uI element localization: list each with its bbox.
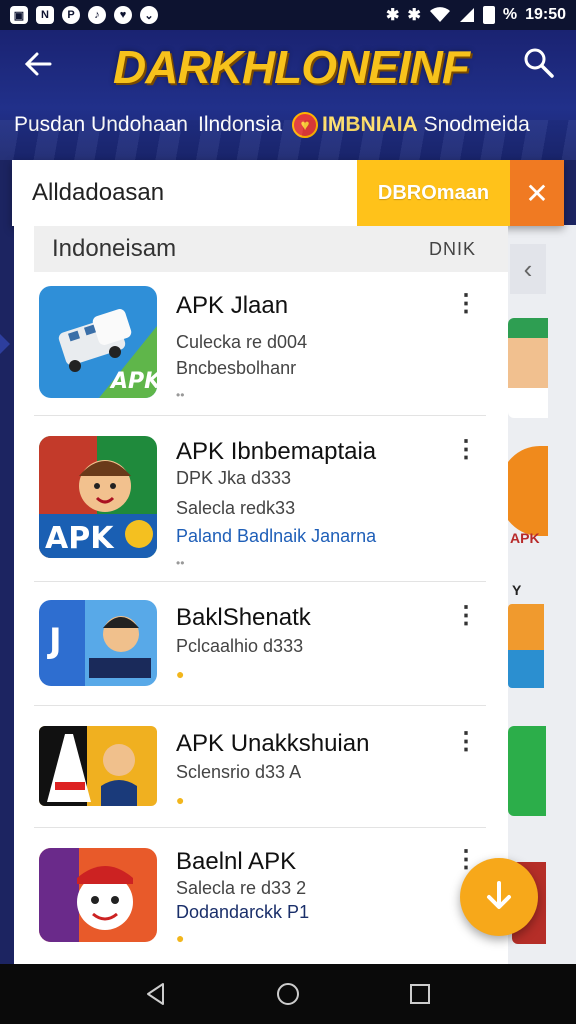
more-vert-icon[interactable]: ⋮ [454,438,478,468]
svg-text:APK: APK [45,521,115,556]
system-nav-bar [0,964,576,1024]
app-icon: APK [39,286,157,398]
list-item[interactable]: Baelnl APK Salecla re d33 2 Dodandarckk … [34,828,486,964]
app-icon [39,848,157,942]
pinterest-icon: P [62,6,80,24]
dots-indicator: •• [176,556,185,570]
triangle-back-icon [147,983,164,1005]
background-app-icon [508,318,548,418]
app-meta: DPK Jka d333 [176,468,292,488]
background-label: Y [512,582,522,598]
status-bar: ▣ N P ♪ ♥ ⌄ ✱ ✱ % 19:50 [0,0,576,30]
search-button[interactable] [522,46,558,82]
app-title: DARKHLONEINF [113,41,470,93]
app-meta: Sclensrio d33 A [176,762,302,782]
background-car-icon [508,604,544,688]
app-title: BaklShenatk [176,604,311,631]
section-header: Indoneisam DNIK [34,226,508,272]
section-title: Indoneisam [52,235,177,262]
app-icon: APK [39,436,157,558]
left-edge-marker [0,334,10,354]
signal-icon [459,8,474,22]
background-apk-label: APK [510,530,540,546]
results-panel: Indoneisam DNIK APK APK Jlaan Culecka re… [14,226,508,964]
nav-back-button[interactable] [136,974,176,1014]
svg-text:APK: APK [109,369,157,394]
section-action[interactable]: DNIK [429,239,476,260]
arrow-left-icon [24,52,52,76]
list-item[interactable]: APK APK Ibnbemaptaia DPK Jka d333 Salecl… [34,416,486,582]
app-developer-link[interactable]: Dodandarckk P1 [176,902,309,923]
circle-home-icon [277,983,299,1005]
close-button[interactable]: ✕ [510,160,564,226]
wifi-icon [429,7,450,22]
list-item[interactable]: J BaklShenatk Pclcaalhio d333 ● ⋮ [34,582,486,706]
subtitle-text: Pusdan Undohaan [14,113,188,136]
back-button[interactable] [22,48,58,84]
app-meta: Salecla redk33 [176,498,296,518]
clock: 19:50 [525,6,566,23]
nav-home-button[interactable] [268,974,308,1014]
app-title: APK Ibnbemaptaia [176,438,377,465]
app-icon: J [39,600,157,686]
dots-indicator: •• [176,388,185,402]
download-arrow-icon [487,881,511,909]
download-button[interactable]: DBROmaan [357,160,510,226]
bluetooth-icon: ✱ [407,7,421,24]
app-icon [39,726,157,806]
battery-icon [482,6,495,24]
brand-badge: ♥ IMBNIAIA Snodmeida [292,112,530,138]
app-meta: Culecka re d004 [176,332,308,352]
bluetooth-icon: ✱ [386,7,400,24]
app-meta: Salecla re d33 2 [176,878,307,898]
heart-icon: ♥ [114,6,132,24]
download-fab[interactable] [460,858,538,936]
subtitle-country: Ilndonsia [197,113,283,136]
header-subtitle: Pusdan Undohaan Ilndonsia ♥ IMBNIAIA Sno… [14,112,564,138]
list-item[interactable]: APK Unakkshuian Sclensrio d33 A ● ⋮ [34,706,486,828]
app-title: APK Jlaan [176,292,289,319]
heart-icon: ♥ [292,112,319,138]
square-recents-icon [410,984,430,1004]
app-title: Baelnl APK [176,848,297,875]
chevron-down-icon: ⌄ [140,6,158,24]
search-icon [524,48,554,78]
search-bar: DBROmaan ✕ [12,160,564,226]
image-icon: ▣ [10,6,28,24]
nav-recents-button[interactable] [400,974,440,1014]
notification-icons: ▣ N P ♪ ♥ ⌄ [10,6,158,24]
search-input[interactable] [12,160,357,226]
news-icon: N [36,6,54,24]
battery-percent: % [502,6,518,23]
app-meta: Pclcaalhio d333 [176,636,304,656]
app-header: DARKHLONEINF Pusdan Undohaan Ilndonsia ♥… [0,30,576,160]
app-title: APK Unakkshuian [176,730,370,757]
more-vert-icon[interactable]: ⋮ [454,604,478,634]
list-item[interactable]: APK APK Jlaan Culecka re d004 Bncbesbolh… [34,272,486,416]
app-developer-link[interactable]: Paland Badlnaik Janarna [176,526,376,547]
more-vert-icon[interactable]: ⋮ [454,292,478,322]
svg-text:J: J [47,621,62,661]
brand-name: IMBNIAIA [322,113,418,136]
rating-dot: ● [176,930,185,946]
music-icon: ♪ [88,6,106,24]
rating-dot: ● [176,666,185,682]
chevron-left-icon[interactable]: ‹ [510,244,546,294]
more-vert-icon[interactable]: ⋮ [454,730,478,760]
rating-dot: ● [176,792,185,808]
background-green-icon [508,726,546,816]
brand-suffix: Snodmeida [423,113,530,136]
app-meta: Bncbesbolhanr [176,358,297,378]
